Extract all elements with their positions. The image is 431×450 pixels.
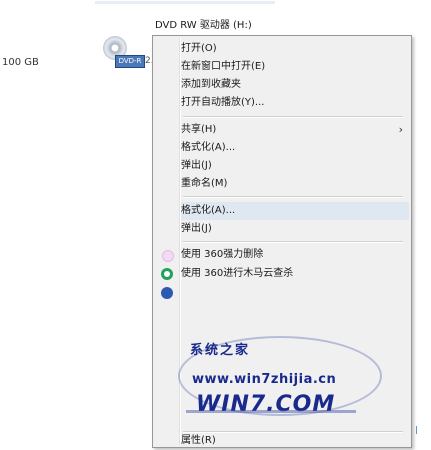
menu-item-eject-2[interactable]: 弹出(J) (181, 220, 409, 238)
address-bar-edge (95, 1, 275, 4)
menu-item-properties[interactable]: 属性(R) (181, 432, 409, 450)
menu-item-open-new-window[interactable]: 在新窗口中打开(E) (181, 58, 409, 76)
menu-item-360-scan[interactable]: 使用 360进行木马云查杀 (161, 265, 409, 283)
menu-item-format[interactable]: 格式化(A)... (181, 139, 409, 157)
edge-glyph: | (415, 425, 418, 434)
menu-item-open[interactable]: 打开(O) (181, 40, 409, 58)
menu-separator (183, 241, 403, 243)
chevron-right-icon: › (398, 123, 403, 136)
scrollbar-edge[interactable]: | (413, 345, 431, 448)
menu-item-autoplay[interactable]: 打开自动播放(Y)... (181, 94, 409, 112)
drive-capacity: 100 GB (2, 57, 39, 68)
drive-label: DVD RW 驱动器 (H:) (155, 20, 252, 31)
menu-separator (183, 116, 403, 118)
menu-item-eject[interactable]: 弹出(J) (181, 157, 409, 175)
watermark-logo-text: WIN7.COM (196, 392, 336, 417)
menu-item-add-favorite[interactable]: 添加到收藏夹 (181, 76, 409, 94)
watermark-title: 系统之家 (190, 343, 251, 358)
menu-item-360-other[interactable] (161, 284, 409, 302)
360-icon (161, 287, 173, 299)
360-scan-icon (161, 268, 173, 280)
360-delete-icon (162, 250, 174, 262)
dvd-badge: DVD-R (115, 55, 145, 68)
menu-item-rename[interactable]: 重命名(M) (181, 175, 409, 193)
watermark-underline (186, 410, 356, 413)
menu-item-format-highlight[interactable]: 格式化(A)... (181, 202, 409, 220)
menu-item-360-delete[interactable]: 使用 360强力删除 (162, 246, 409, 264)
watermark-url: www.win7zhijia.cn (192, 372, 337, 387)
menu-separator (183, 196, 403, 198)
menu-item-share[interactable]: 共享(H) › (181, 121, 409, 139)
